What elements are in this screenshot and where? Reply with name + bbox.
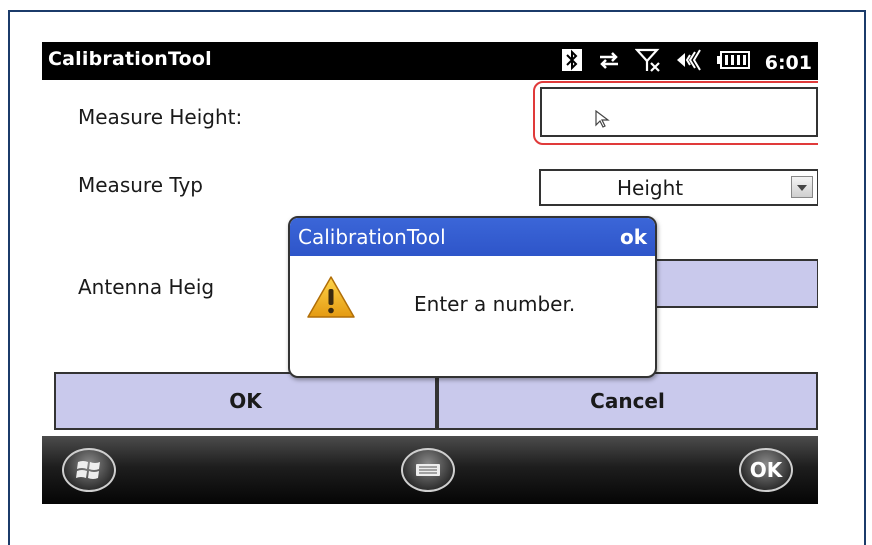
status-bar: CalibrationTool 6:01 [42, 42, 818, 80]
cancel-button[interactable]: Cancel [437, 372, 818, 430]
volume-icon[interactable] [675, 48, 703, 77]
bluetooth-icon[interactable] [561, 48, 583, 77]
status-icons: 6:01 [561, 47, 812, 78]
measure-height-label: Measure Height: [78, 105, 243, 129]
data-sync-icon[interactable] [597, 48, 621, 77]
dialog-message: Enter a number. [414, 292, 576, 316]
input-highlight-ring [533, 81, 818, 145]
windows-start-button[interactable] [62, 448, 116, 492]
dropdown-arrow-icon[interactable] [791, 176, 813, 198]
measure-type-select[interactable]: Height [539, 169, 818, 206]
keyboard-icon [416, 464, 440, 476]
mouse-cursor-icon [595, 110, 610, 128]
ok-button[interactable]: OK [54, 372, 437, 430]
no-signal-icon[interactable] [634, 47, 661, 78]
battery-icon[interactable] [716, 50, 751, 75]
dialog-title-bar: CalibrationTool ok [290, 218, 655, 256]
measure-type-label: Measure Typ [78, 173, 203, 197]
dialog-ok-button[interactable]: ok [620, 225, 647, 249]
message-dialog: CalibrationTool ok Enter a number. [288, 216, 657, 378]
warning-icon [307, 276, 355, 318]
windows-logo-icon [76, 461, 100, 479]
dialog-title: CalibrationTool [298, 225, 446, 249]
keyboard-button[interactable] [401, 448, 455, 492]
softkey-ok-button[interactable]: OK [739, 448, 793, 492]
soft-key-bar: OK [42, 436, 818, 504]
measure-type-value: Height [617, 176, 684, 200]
app-title: CalibrationTool [48, 48, 212, 70]
device-screen: CalibrationTool 6:01 Measure Height: Mea… [42, 42, 818, 504]
clock: 6:01 [764, 51, 812, 74]
antenna-height-label: Antenna Heig [78, 275, 215, 299]
